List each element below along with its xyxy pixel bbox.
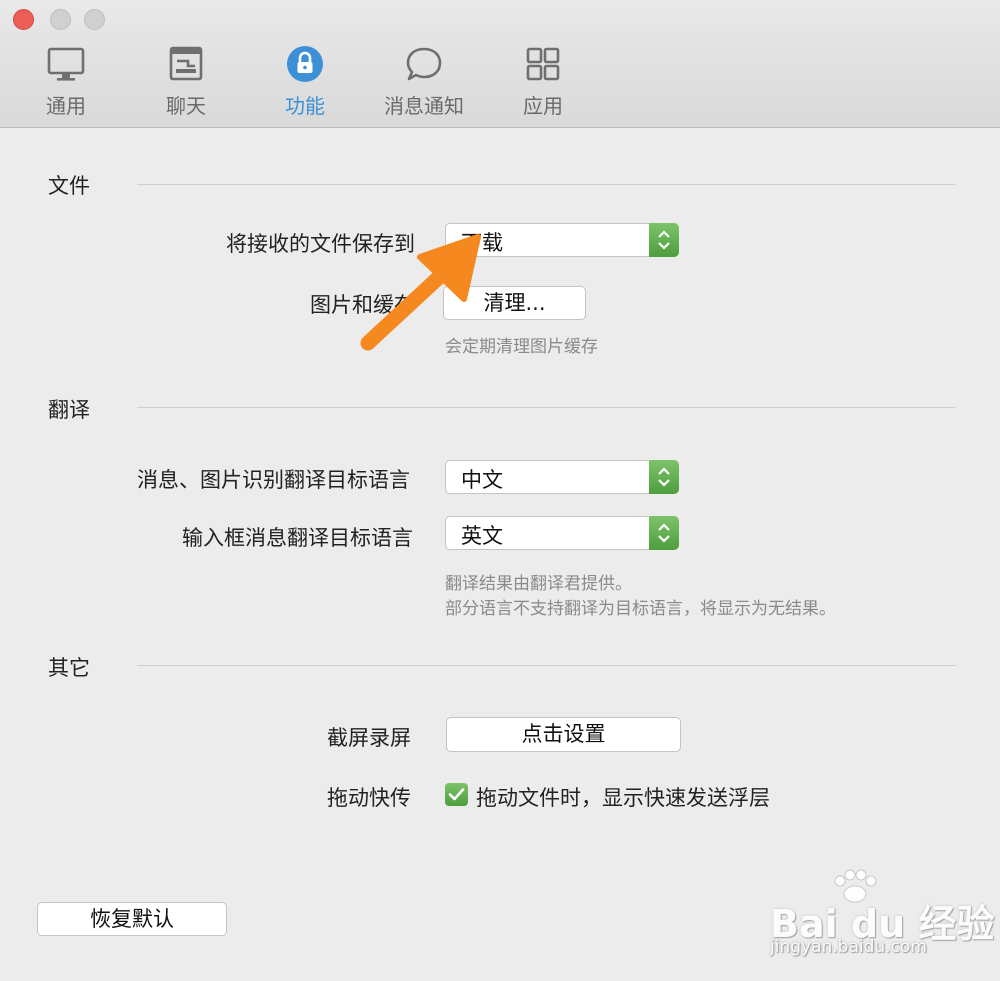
preferences-toolbar: 通用 聊天 功能 消息通知 应用	[0, 0, 1000, 128]
cache-hint: 会定期清理图片缓存	[445, 337, 598, 357]
section-divider-translate	[137, 407, 956, 408]
zoom-window-button[interactable]	[84, 9, 105, 30]
image-cache-label: 图片和缓存	[310, 293, 415, 317]
tab-chat-label: 聊天	[166, 94, 206, 118]
section-divider-other	[137, 665, 956, 666]
preferences-window: 通用 聊天 功能 消息通知 应用 文件 将接收的文件保存到 下载 图片和缓存 清…	[0, 0, 1000, 981]
tab-chat[interactable]: 聊天	[141, 44, 231, 120]
tab-notifications[interactable]: 消息通知	[379, 44, 469, 120]
save-location-select[interactable]: 下载	[445, 223, 679, 257]
lock-icon	[287, 46, 323, 82]
monitor-icon	[47, 47, 85, 81]
close-window-button[interactable]	[13, 9, 34, 30]
screenshot-label: 截屏录屏	[327, 726, 411, 750]
clear-cache-button[interactable]: 清理...	[443, 286, 586, 320]
message-translate-select[interactable]: 中文	[445, 460, 679, 494]
message-translate-label: 消息、图片识别翻译目标语言	[137, 468, 410, 492]
section-title-other: 其它	[48, 656, 90, 680]
tab-apps[interactable]: 应用	[498, 44, 588, 120]
updown-chevron-icon	[658, 230, 670, 250]
drag-transfer-checkbox[interactable]	[445, 783, 468, 806]
drag-transfer-label: 拖动快传	[327, 786, 411, 810]
translate-hint-line2: 部分语言不支持翻译为目标语言，将显示为无结果。	[445, 599, 836, 619]
chat-window-icon	[169, 46, 203, 81]
message-translate-value: 中文	[461, 468, 503, 492]
input-translate-label: 输入框消息翻译目标语言	[182, 526, 413, 550]
section-divider-files	[137, 184, 956, 185]
updown-chevron-icon	[658, 467, 670, 487]
tab-features[interactable]: 功能	[260, 44, 350, 120]
screenshot-settings-button[interactable]: 点击设置	[446, 717, 681, 752]
message-translate-stepper[interactable]	[649, 460, 679, 494]
tab-apps-label: 应用	[523, 94, 563, 118]
tab-notifications-label: 消息通知	[384, 94, 464, 118]
section-title-files: 文件	[48, 174, 90, 198]
updown-chevron-icon	[658, 523, 670, 543]
watermark-url: jingyan.baidu.com	[770, 937, 927, 957]
save-location-value: 下载	[461, 231, 503, 255]
translate-hint-line1: 翻译结果由翻译君提供。	[445, 574, 632, 594]
tab-general[interactable]: 通用	[21, 44, 111, 120]
tab-general-label: 通用	[46, 94, 86, 118]
input-translate-select[interactable]: 英文	[445, 516, 679, 550]
speech-bubble-icon	[406, 47, 442, 81]
grid-icon	[526, 47, 560, 81]
tab-features-label: 功能	[285, 94, 325, 118]
input-translate-value: 英文	[461, 524, 503, 548]
section-title-translate: 翻译	[48, 398, 90, 422]
restore-defaults-button[interactable]: 恢复默认	[37, 902, 227, 936]
input-translate-stepper[interactable]	[649, 516, 679, 550]
checkmark-icon	[448, 788, 465, 801]
drag-transfer-checkbox-label[interactable]: 拖动文件时，显示快速发送浮层	[476, 782, 770, 812]
minimize-window-button[interactable]	[50, 9, 71, 30]
baidu-watermark: Bai du 经验 jingyan.baidu.com	[770, 869, 994, 965]
save-location-stepper[interactable]	[649, 223, 679, 257]
save-location-label: 将接收的文件保存到	[226, 232, 415, 256]
